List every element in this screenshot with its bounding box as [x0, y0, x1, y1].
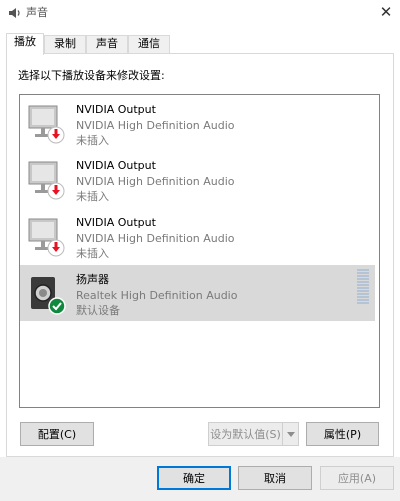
ok-button[interactable]: 确定 [157, 466, 231, 490]
apply-button[interactable]: 应用(A) [320, 466, 394, 490]
device-row-selected[interactable]: 扬声器 Realtek High Definition Audio 默认设备 [20, 265, 375, 321]
device-name: NVIDIA Output [76, 159, 156, 172]
device-driver: NVIDIA High Definition Audio [76, 232, 235, 245]
monitor-icon [28, 105, 65, 144]
device-driver: Realtek High Definition Audio [76, 289, 238, 302]
device-name: NVIDIA Output [76, 103, 156, 116]
window-title: 声音 [26, 6, 48, 19]
unplugged-arrow-icon [47, 182, 65, 200]
device-name: NVIDIA Output [76, 216, 156, 229]
device-row[interactable]: NVIDIA Output NVIDIA High Definition Aud… [20, 95, 375, 151]
device-status: 默认设备 [76, 304, 120, 317]
device-status: 未插入 [76, 134, 109, 147]
monitor-icon [28, 161, 65, 200]
device-name: 扬声器 [76, 273, 109, 286]
title-bar: 声音 ✕ [0, 0, 400, 26]
volume-level-meter [357, 269, 369, 304]
device-driver: NVIDIA High Definition Audio [76, 119, 235, 132]
device-list[interactable]: NVIDIA Output NVIDIA High Definition Aud… [19, 94, 380, 408]
set-default-button[interactable]: 设为默认值(S) [208, 422, 283, 446]
cancel-button[interactable]: 取消 [238, 466, 312, 490]
close-button[interactable]: ✕ [372, 0, 400, 24]
monitor-icon [28, 218, 65, 257]
tab-recording[interactable]: 录制 [44, 35, 86, 53]
tab-playback[interactable]: 播放 [6, 33, 44, 55]
speaker-icon [9, 8, 20, 18]
default-check-icon [48, 297, 66, 315]
device-status: 未插入 [76, 247, 109, 260]
device-row[interactable]: NVIDIA Output NVIDIA High Definition Aud… [20, 151, 375, 207]
chevron-down-icon [286, 431, 295, 437]
properties-button[interactable]: 属性(P) [306, 422, 379, 446]
speaker-icon [31, 277, 66, 315]
set-default-dropdown[interactable] [282, 422, 299, 446]
device-driver: NVIDIA High Definition Audio [76, 175, 235, 188]
tab-sounds[interactable]: 声音 [86, 35, 128, 53]
tab-communications[interactable]: 通信 [128, 35, 170, 53]
unplugged-arrow-icon [47, 126, 65, 144]
unplugged-arrow-icon [47, 239, 65, 257]
instruction-label: 选择以下播放设备来修改设置: [18, 69, 165, 82]
device-status: 未插入 [76, 190, 109, 203]
close-icon: ✕ [379, 3, 393, 21]
device-row[interactable]: NVIDIA Output NVIDIA High Definition Aud… [20, 208, 375, 264]
configure-button[interactable]: 配置(C) [20, 422, 94, 446]
